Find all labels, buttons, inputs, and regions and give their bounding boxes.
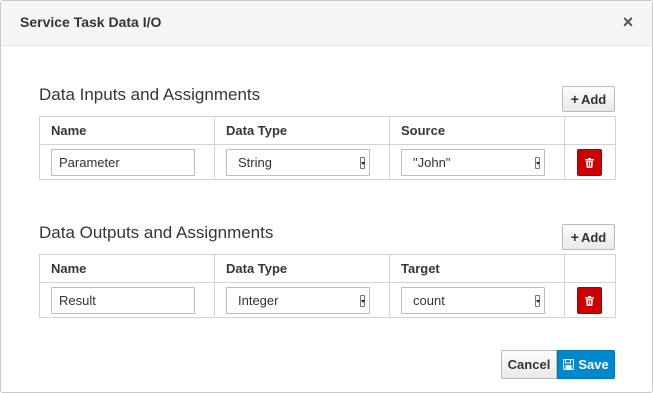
delete-output-button[interactable]	[577, 287, 602, 314]
source-cell: "John"	[389, 144, 565, 180]
output-name-field[interactable]: Result	[51, 287, 195, 314]
dropdown-arrow-icon	[535, 295, 540, 307]
column-header-name: Name	[39, 116, 215, 145]
column-header-data-type: Data Type	[214, 254, 390, 283]
actions-cell	[564, 144, 616, 180]
data-type-cell: Integer	[214, 282, 390, 318]
column-header-actions	[564, 116, 616, 145]
input-name-field[interactable]: Parameter	[51, 149, 195, 176]
input-source-value: "John"	[413, 155, 451, 170]
outputs-table: Name Data Type Target Result Integer cou…	[39, 254, 616, 318]
table-row: Parameter String "John"	[39, 144, 616, 180]
output-data-type-select[interactable]: Integer	[226, 287, 370, 314]
target-cell: count	[389, 282, 565, 318]
outputs-table-header: Name Data Type Target	[39, 254, 616, 283]
column-header-name: Name	[39, 254, 215, 283]
input-source-select[interactable]: "John"	[401, 149, 545, 176]
add-input-button[interactable]: + Add	[562, 86, 615, 112]
outputs-section-title: Data Outputs and Assignments	[39, 223, 274, 242]
dropdown-arrow-icon	[360, 157, 365, 169]
plus-icon: +	[570, 91, 579, 107]
column-header-actions	[564, 254, 616, 283]
plus-icon: +	[570, 229, 579, 245]
service-task-data-io-dialog: Service Task Data I/O × Data Inputs and …	[0, 0, 653, 393]
output-target-select[interactable]: count	[401, 287, 545, 314]
name-cell: Result	[39, 282, 215, 318]
save-label: Save	[578, 357, 609, 372]
cancel-label: Cancel	[507, 357, 551, 372]
delete-input-button[interactable]	[577, 149, 602, 176]
add-output-label: Add	[580, 229, 607, 245]
add-input-label: Add	[580, 91, 607, 107]
output-data-type-value: Integer	[238, 293, 279, 308]
data-type-cell: String	[214, 144, 390, 180]
trash-icon	[585, 295, 594, 306]
input-data-type-select[interactable]: String	[226, 149, 370, 176]
save-button[interactable]: Save	[557, 350, 615, 379]
column-header-target: Target	[389, 254, 565, 283]
inputs-table: Name Data Type Source Parameter String "…	[39, 116, 616, 180]
column-header-source: Source	[389, 116, 565, 145]
close-icon[interactable]: ×	[621, 12, 635, 32]
actions-cell	[564, 282, 616, 318]
name-cell: Parameter	[39, 144, 215, 180]
dropdown-arrow-icon	[535, 157, 540, 169]
dialog-title: Service Task Data I/O	[20, 14, 162, 30]
input-data-type-value: String	[238, 155, 272, 170]
dialog-header: Service Task Data I/O ×	[1, 1, 652, 46]
inputs-table-header: Name Data Type Source	[39, 116, 616, 145]
table-row: Result Integer count	[39, 282, 616, 318]
floppy-disk-icon	[563, 359, 575, 370]
cancel-button[interactable]: Cancel	[501, 350, 557, 379]
column-header-data-type: Data Type	[214, 116, 390, 145]
inputs-section-title: Data Inputs and Assignments	[39, 85, 261, 104]
output-target-value: count	[413, 293, 445, 308]
add-output-button[interactable]: + Add	[562, 224, 615, 250]
trash-icon	[585, 157, 594, 168]
dropdown-arrow-icon	[360, 295, 365, 307]
